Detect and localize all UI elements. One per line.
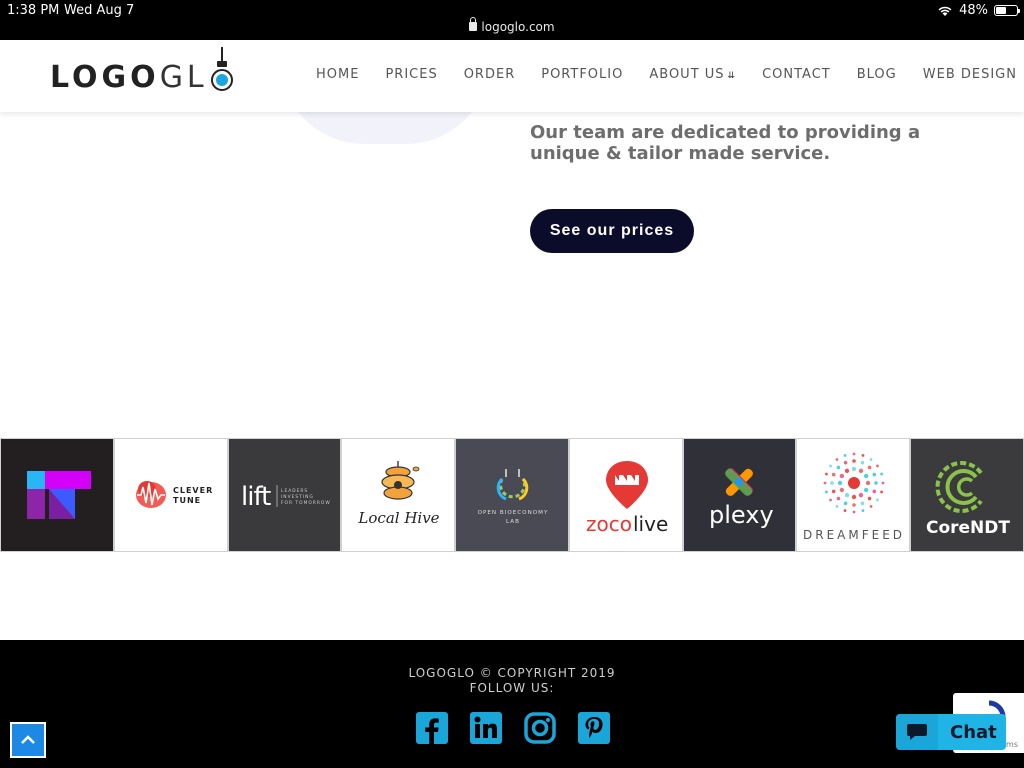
portfolio-logo-corendt[interactable]: CoreNDT: [910, 438, 1024, 552]
svg-text:LEADERS: LEADERS: [281, 488, 308, 494]
url-text: logoglo.com: [481, 20, 555, 34]
see-prices-button[interactable]: See our prices: [530, 209, 694, 253]
nav-portfolio[interactable]: PORTFOLIO: [541, 67, 623, 82]
portfolio-logo-lift[interactable]: lift LEADERS INVESTING FOR TOMORROW: [227, 438, 342, 552]
pinterest-icon[interactable]: [578, 712, 610, 744]
wifi-icon: [938, 6, 952, 16]
chat-button[interactable]: Chat: [896, 714, 1006, 750]
concentric-c-icon: CoreNDT: [926, 461, 1011, 538]
nav-prices[interactable]: PRICES: [385, 67, 437, 82]
battery-percent: 48%: [959, 3, 988, 18]
chat-label: Chat: [950, 721, 997, 743]
logoglo-logo[interactable]: LOGO GL: [50, 47, 234, 95]
chevron-up-icon: [21, 735, 35, 744]
svg-text:LAB: LAB: [506, 519, 520, 525]
back-to-top-button[interactable]: [10, 722, 46, 758]
portfolio-logo-dreamfeed[interactable]: DREAMFEED: [796, 438, 911, 552]
it-logo-icon: [27, 471, 91, 519]
address-bar[interactable]: logoglo.com: [0, 17, 1024, 34]
follow-us-label: FOLLOW US:: [469, 681, 555, 695]
nav-contact[interactable]: CONTACT: [762, 67, 831, 82]
portfolio-logo-local-hive[interactable]: Local Hive: [341, 438, 456, 552]
svg-text:plexy: plexy: [709, 501, 774, 529]
nav-home[interactable]: HOME: [316, 67, 359, 82]
hero-tagline: Our team are dedicated to providing a un…: [530, 122, 921, 164]
social-links: [416, 712, 610, 744]
double-chevron-down-icon: ⇊: [727, 71, 737, 81]
nav-about-us[interactable]: ABOUT US ⇊: [649, 67, 736, 82]
battery-icon: [994, 5, 1020, 16]
svg-text:zoco: zoco: [586, 512, 632, 536]
svg-text:CoreNDT: CoreNDT: [926, 518, 1010, 538]
site-header: LOGO GL HOME PRICES ORDER PORTFOLIO ABOUT…: [0, 40, 1024, 112]
svg-text:CLEVER: CLEVER: [173, 486, 213, 495]
linkedin-icon[interactable]: [470, 712, 502, 744]
beehive-icon: Local Hive: [358, 461, 440, 527]
svg-text:live: live: [633, 512, 668, 536]
facebook-icon[interactable]: [416, 712, 448, 744]
plexy-cross-icon: plexy: [709, 468, 774, 529]
ios-status-bar: 1:38 PM Wed Aug 7 logoglo.com 48%: [0, 0, 1024, 40]
footer-copyright: LOGOGLO © COPYRIGHT 2019 FOLLOW US:: [0, 666, 1024, 696]
svg-text:DREAMFEED: DREAMFEED: [803, 528, 905, 542]
portfolio-logo-open-bioeconomy-lab[interactable]: OPEN BIOECONOMY LAB: [455, 438, 569, 552]
svg-text:Local Hive: Local Hive: [358, 509, 440, 527]
shop-pin-icon: zoco live: [586, 461, 668, 536]
portfolio-logo-clever-tune[interactable]: CLEVER TUNE: [113, 438, 228, 552]
portfolio-logo-zocolive[interactable]: zoco live: [568, 438, 683, 552]
site-footer: LOGOGLO © COPYRIGHT 2019 FOLLOW US:: [0, 640, 1024, 768]
status-time: 1:38 PM: [7, 3, 60, 18]
dot-burst-icon: DREAMFEED: [803, 452, 905, 542]
nav-order[interactable]: ORDER: [464, 67, 516, 82]
lock-icon: [469, 17, 478, 31]
svg-text:FOR TOMORROW: FOR TOMORROW: [281, 500, 331, 506]
status-date: Wed Aug 7: [64, 3, 135, 18]
lift-logo: lift LEADERS INVESTING FOR TOMORROW: [241, 482, 331, 512]
portfolio-logo-plexy[interactable]: plexy: [682, 438, 797, 552]
chat-bubble-icon: [896, 714, 938, 750]
nav-blog[interactable]: BLOG: [857, 67, 897, 82]
nav-web-design[interactable]: WEB DESIGN: [923, 67, 1017, 82]
svg-text:TUNE: TUNE: [173, 496, 201, 505]
svg-text:INVESTING: INVESTING: [281, 494, 314, 500]
flask-ring-icon: OPEN BIOECONOMY LAB: [478, 469, 549, 525]
status-indicators: 48%: [937, 3, 1020, 18]
brain-waveform-icon: CLEVER TUNE: [135, 481, 213, 508]
lightbulb-icon: [210, 47, 234, 95]
portfolio-logo-strip: CLEVER TUNE lift LEADERS INVESTING FOR T…: [0, 438, 1024, 552]
svg-text:lift: lift: [241, 482, 271, 512]
main-nav: HOME PRICES ORDER PORTFOLIO ABOUT US ⇊ CO…: [316, 67, 1017, 82]
instagram-icon[interactable]: [524, 712, 556, 744]
portfolio-logo-it[interactable]: [0, 438, 114, 552]
svg-text:OPEN BIOECONOMY: OPEN BIOECONOMY: [478, 510, 549, 516]
